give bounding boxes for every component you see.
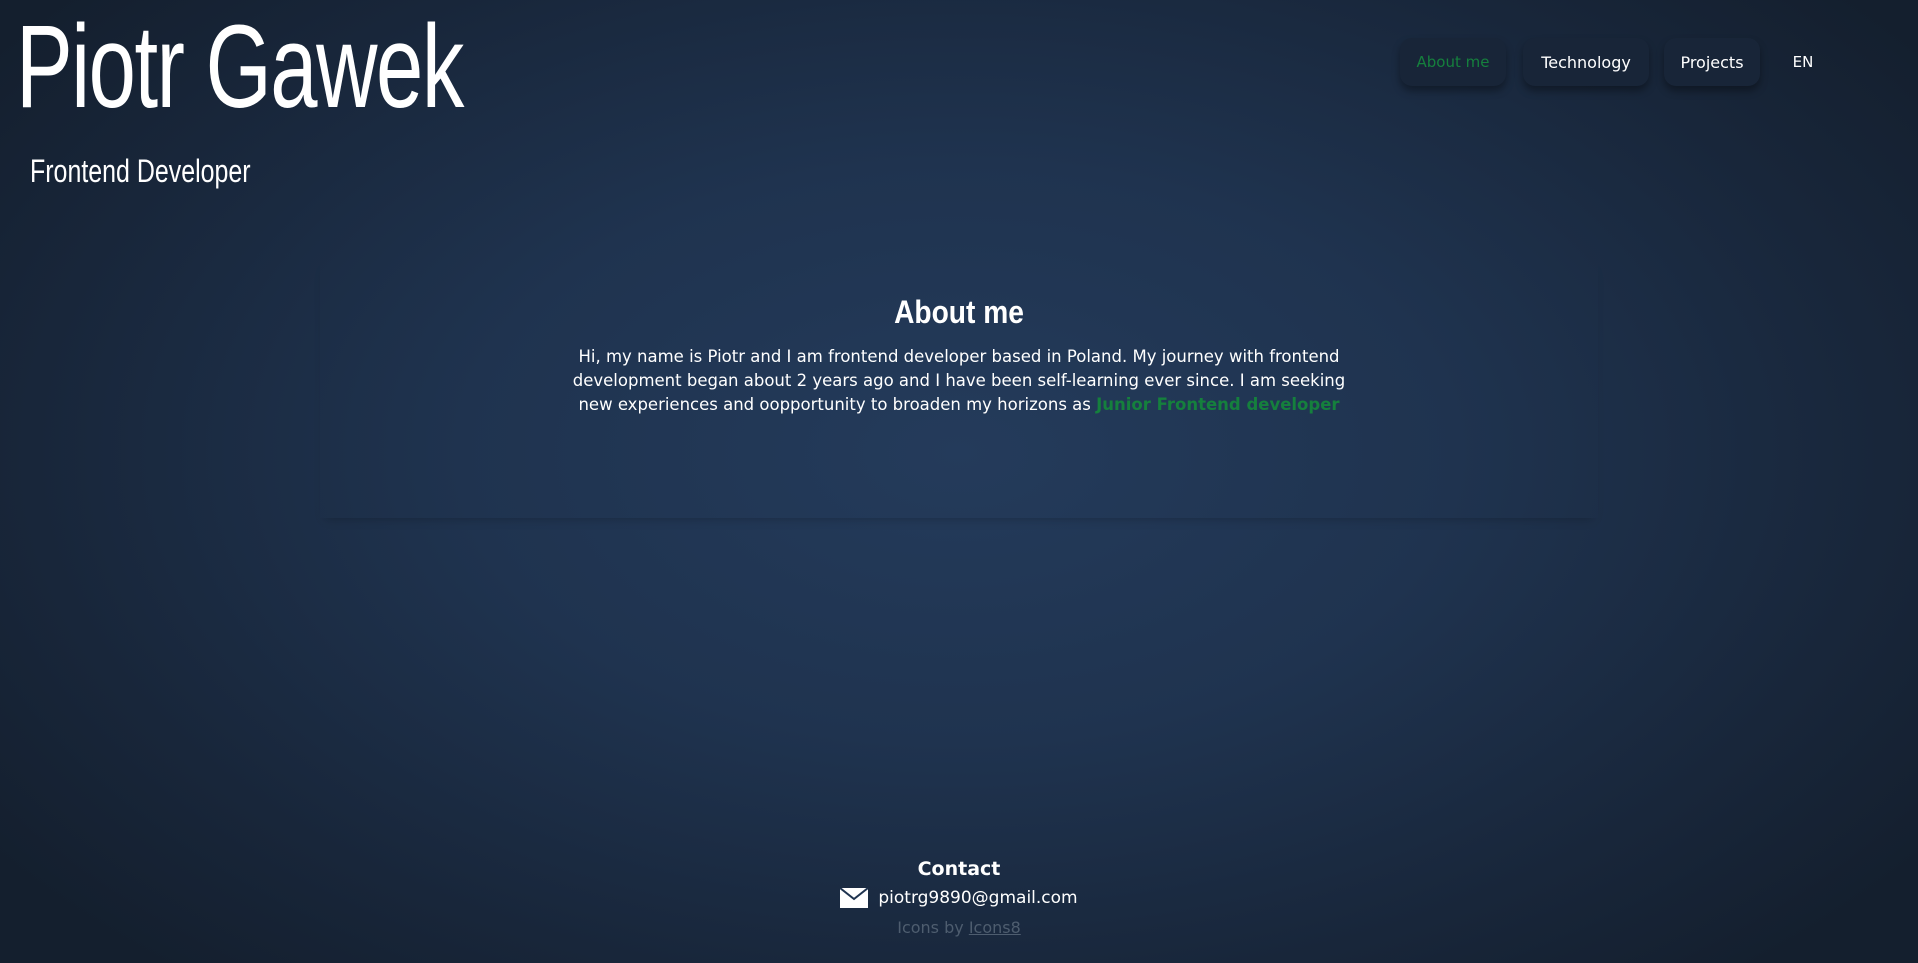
mail-icon	[839, 887, 869, 908]
brand: Piotr Gawek	[16, 8, 637, 126]
about-title: About me	[894, 294, 1024, 330]
contact-email[interactable]: piotrg9890@gmail.com	[878, 888, 1077, 908]
language-switcher[interactable]: EN	[1778, 38, 1828, 86]
site-title: Piotr Gawek	[16, 1, 464, 133]
icons-credit: Icons by Icons8	[0, 918, 1918, 937]
about-section: About me Hi, my name is Piotr and I am f…	[320, 260, 1598, 518]
nav-item-about-me[interactable]: About me	[1400, 38, 1506, 86]
contact-title: Contact	[917, 858, 1001, 880]
contact-footer: Contact piotrg9890@gmail.com Icons by Ic…	[0, 858, 1918, 937]
nav-item-projects[interactable]: Projects	[1664, 38, 1760, 86]
contact-email-row: piotrg9890@gmail.com	[0, 887, 1918, 908]
about-text: Hi, my name is Piotr and I am frontend d…	[559, 345, 1359, 417]
credit-prefix: Icons by	[897, 918, 964, 937]
icons8-link[interactable]: Icons8	[969, 918, 1021, 937]
about-highlight: Junior Frontend developer	[1096, 395, 1340, 414]
site-subtitle: Frontend Developer	[30, 153, 251, 189]
nav-item-technology[interactable]: Technology	[1523, 38, 1649, 86]
